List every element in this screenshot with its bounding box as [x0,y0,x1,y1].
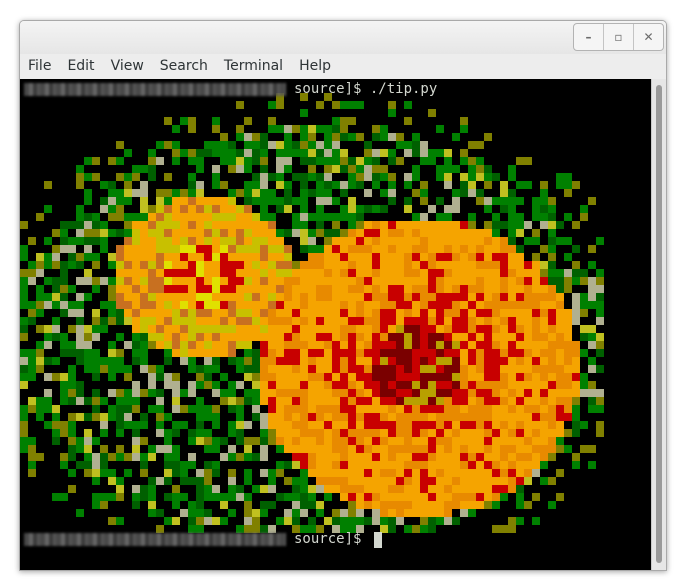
prompt-tail: source]$ [294,81,370,97]
scrollbar-thumb[interactable] [656,85,662,563]
terminal-line-command: source]$ ./tip.py [24,81,437,98]
minimize-icon[interactable]: – [574,24,604,50]
window-controls: – ▫ ✕ [573,23,664,51]
terminal-window: – ▫ ✕ File Edit View Search Terminal Hel… [19,20,667,571]
terminal-screen[interactable]: source]$ ./tip.py source]$ [20,79,651,570]
terminal-line-prompt: source]$ [24,531,382,548]
menu-bar: File Edit View Search Terminal Help [20,54,666,79]
blurred-prompt-prefix [24,83,286,96]
title-bar[interactable]: – ▫ ✕ [20,21,666,54]
menu-file[interactable]: File [20,54,59,79]
terminal-cursor [373,531,382,548]
menu-help[interactable]: Help [291,54,339,79]
command-text: ./tip.py [369,81,438,97]
maximize-icon[interactable]: ▫ [604,24,634,50]
menu-edit[interactable]: Edit [59,54,102,79]
menu-terminal[interactable]: Terminal [216,54,291,79]
prompt-tail: source]$ [294,531,370,547]
menu-search[interactable]: Search [152,54,216,79]
blurred-prompt-prefix [24,533,286,546]
ascii-art-flower-image [20,93,604,533]
close-icon[interactable]: ✕ [634,24,663,50]
terminal-scrollbar[interactable] [651,79,666,570]
menu-view[interactable]: View [103,54,152,79]
